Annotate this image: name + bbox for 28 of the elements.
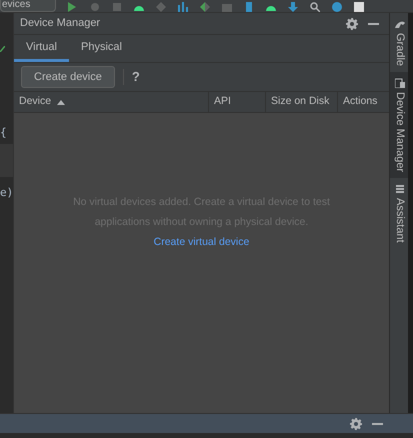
column-header[interactable]: Size on Disk: [265, 92, 337, 112]
list-icon: [394, 184, 404, 194]
minimize-icon[interactable]: [372, 422, 383, 424]
code-fragment: e): [0, 185, 14, 201]
devices-icon: [394, 78, 404, 88]
sidebar-tab[interactable]: Gradle: [390, 13, 409, 72]
create-device-button[interactable]: Create device: [21, 66, 115, 88]
sidebar-tab[interactable]: Assistant: [390, 178, 409, 249]
help-icon[interactable]: ?: [132, 67, 140, 87]
panel-title: Device Manager: [20, 16, 100, 32]
create-virtual-device-link[interactable]: Create virtual device: [154, 232, 250, 252]
stop-icon[interactable]: [112, 2, 122, 12]
square-icon[interactable]: [222, 2, 232, 12]
download-icon[interactable]: [288, 2, 298, 12]
code-fragment: {: [0, 125, 7, 141]
tab[interactable]: Virtual: [14, 35, 69, 62]
column-header[interactable]: Device: [14, 92, 208, 112]
sidebar-tab[interactable]: Device Manager: [390, 72, 409, 178]
settings-icon[interactable]: [350, 418, 362, 430]
configuration-dropdown[interactable]: evices: [0, 0, 56, 12]
check-icon: [0, 46, 5, 52]
bars-icon[interactable]: [178, 2, 188, 12]
column-header[interactable]: API: [208, 92, 265, 112]
search-icon[interactable]: [310, 2, 320, 12]
arrows-icon[interactable]: [200, 2, 210, 12]
settings-icon[interactable]: [346, 18, 358, 30]
minimize-icon[interactable]: [368, 22, 379, 24]
tab[interactable]: Physical: [68, 35, 134, 62]
